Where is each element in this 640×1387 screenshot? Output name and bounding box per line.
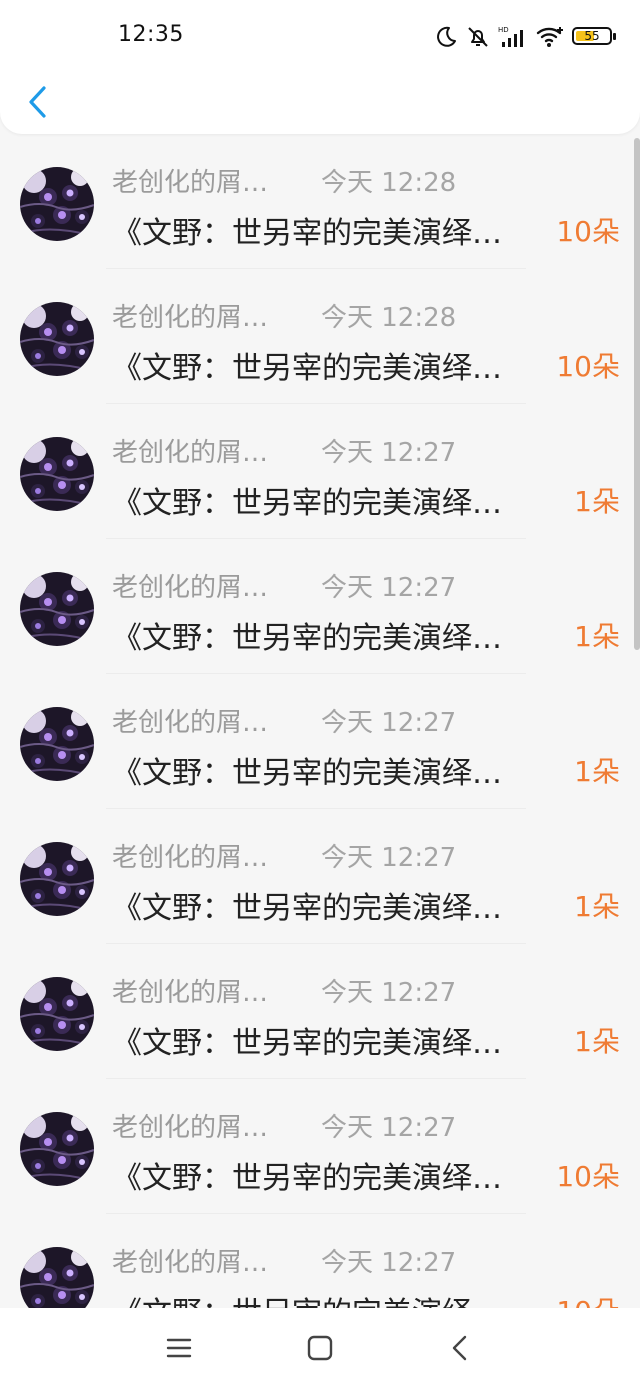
message-time: 今天 12:27 bbox=[321, 573, 457, 603]
flower-count: 1朵 bbox=[574, 485, 620, 518]
message-content: 《文野：世另宰的完美演绎… bbox=[112, 621, 502, 656]
flower-count: 10朵 bbox=[556, 215, 620, 248]
message-time: 今天 12:27 bbox=[321, 438, 457, 468]
flower-count: 1朵 bbox=[574, 1025, 620, 1058]
avatar-image bbox=[20, 302, 94, 376]
system-nav-bar bbox=[0, 1308, 640, 1387]
message-row[interactable]: 老创化的屑… 今天 12:27 《文野：世另宰的完美演绎… 10朵 bbox=[0, 1214, 640, 1308]
message-row[interactable]: 老创化的屑… 今天 12:27 《文野：世另宰的完美演绎… 10朵 bbox=[0, 1079, 640, 1214]
status-icons: HD 55 bbox=[434, 22, 618, 52]
message-content: 《文野：世另宰的完美演绎… bbox=[112, 1026, 502, 1061]
avatar[interactable] bbox=[20, 572, 94, 646]
svg-text:HD: HD bbox=[498, 26, 509, 34]
back-nav-button[interactable] bbox=[440, 1328, 480, 1368]
signal-hd-icon: HD bbox=[498, 26, 523, 47]
back-triangle-icon bbox=[452, 1335, 467, 1361]
avatar[interactable] bbox=[20, 1247, 94, 1308]
sender-name: 老创化的屑… bbox=[112, 1113, 269, 1143]
flower-count: 1朵 bbox=[574, 890, 620, 923]
sender-name: 老创化的屑… bbox=[112, 978, 269, 1008]
flower-count: 10朵 bbox=[556, 350, 620, 383]
message-time: 今天 12:27 bbox=[321, 843, 457, 873]
message-content: 《文野：世另宰的完美演绎… bbox=[112, 1288, 502, 1308]
menu-button[interactable] bbox=[159, 1328, 199, 1368]
app-root: 12:35 HD 55 老创化的屑… 今天 12:28 《文野：世另宰的完美演绎… bbox=[0, 0, 640, 1387]
chevron-left-icon bbox=[29, 86, 46, 118]
avatar-image bbox=[20, 977, 94, 1051]
avatar[interactable] bbox=[20, 302, 94, 376]
flower-count: 10朵 bbox=[556, 1290, 620, 1308]
sender-name: 老创化的屑… bbox=[112, 303, 269, 333]
flower-count: 10朵 bbox=[556, 1160, 620, 1193]
message-row[interactable]: 老创化的屑… 今天 12:27 《文野：世另宰的完美演绎… 1朵 bbox=[0, 809, 640, 944]
scrollbar[interactable] bbox=[634, 138, 640, 650]
message-row[interactable]: 老创化的屑… 今天 12:27 《文野：世另宰的完美演绎… 1朵 bbox=[0, 404, 640, 539]
battery-level: 55 bbox=[584, 29, 600, 43]
message-content: 《文野：世另宰的完美演绎… bbox=[112, 891, 502, 926]
avatar[interactable] bbox=[20, 1112, 94, 1186]
avatar[interactable] bbox=[20, 977, 94, 1051]
message-time: 今天 12:27 bbox=[321, 708, 457, 738]
avatar-image bbox=[20, 437, 94, 511]
avatar-image bbox=[20, 572, 94, 646]
flower-count: 1朵 bbox=[574, 620, 620, 653]
avatar-image bbox=[20, 842, 94, 916]
message-time: 今天 12:27 bbox=[321, 1248, 457, 1278]
message-row[interactable]: 老创化的屑… 今天 12:27 《文野：世另宰的完美演绎… 1朵 bbox=[0, 539, 640, 674]
bell-off-icon bbox=[468, 27, 488, 47]
avatar-image bbox=[20, 167, 94, 241]
sender-name: 老创化的屑… bbox=[112, 1248, 269, 1278]
message-list[interactable]: 老创化的屑… 今天 12:28 《文野：世另宰的完美演绎… 10朵 老创化的屑…… bbox=[0, 134, 640, 1308]
avatar-image bbox=[20, 1247, 94, 1308]
message-time: 今天 12:28 bbox=[321, 303, 457, 333]
avatar[interactable] bbox=[20, 167, 94, 241]
message-time: 今天 12:27 bbox=[321, 978, 457, 1008]
header: 12:35 HD 55 bbox=[0, 0, 640, 134]
home-square-icon bbox=[307, 1335, 333, 1361]
sender-name: 老创化的屑… bbox=[112, 168, 269, 198]
status-time: 12:35 bbox=[118, 22, 184, 47]
message-row[interactable]: 老创化的屑… 今天 12:27 《文野：世另宰的完美演绎… 1朵 bbox=[0, 944, 640, 1079]
avatar-image bbox=[20, 1112, 94, 1186]
moon-icon bbox=[437, 26, 456, 47]
back-button[interactable] bbox=[18, 80, 58, 124]
message-content: 《文野：世另宰的完美演绎… bbox=[112, 1161, 502, 1196]
avatar[interactable] bbox=[20, 842, 94, 916]
sender-name: 老创化的屑… bbox=[112, 573, 269, 603]
message-row[interactable]: 老创化的屑… 今天 12:28 《文野：世另宰的完美演绎… 10朵 bbox=[0, 134, 640, 269]
message-time: 今天 12:28 bbox=[321, 168, 457, 198]
message-content: 《文野：世另宰的完美演绎… bbox=[112, 351, 502, 386]
flower-count: 1朵 bbox=[574, 755, 620, 788]
home-button[interactable] bbox=[300, 1328, 340, 1368]
message-content: 《文野：世另宰的完美演绎… bbox=[112, 486, 502, 521]
sender-name: 老创化的屑… bbox=[112, 708, 269, 738]
message-row[interactable]: 老创化的屑… 今天 12:27 《文野：世另宰的完美演绎… 1朵 bbox=[0, 674, 640, 809]
message-content: 《文野：世另宰的完美演绎… bbox=[112, 216, 502, 251]
message-row[interactable]: 老创化的屑… 今天 12:28 《文野：世另宰的完美演绎… 10朵 bbox=[0, 269, 640, 404]
battery-icon: 55 bbox=[572, 27, 618, 47]
avatar[interactable] bbox=[20, 707, 94, 781]
avatar[interactable] bbox=[20, 437, 94, 511]
avatar-image bbox=[20, 707, 94, 781]
message-time: 今天 12:27 bbox=[321, 1113, 457, 1143]
message-content: 《文野：世另宰的完美演绎… bbox=[112, 756, 502, 791]
sender-name: 老创化的屑… bbox=[112, 438, 269, 468]
sender-name: 老创化的屑… bbox=[112, 843, 269, 873]
wifi-icon bbox=[536, 27, 563, 47]
menu-icon bbox=[166, 1338, 192, 1358]
